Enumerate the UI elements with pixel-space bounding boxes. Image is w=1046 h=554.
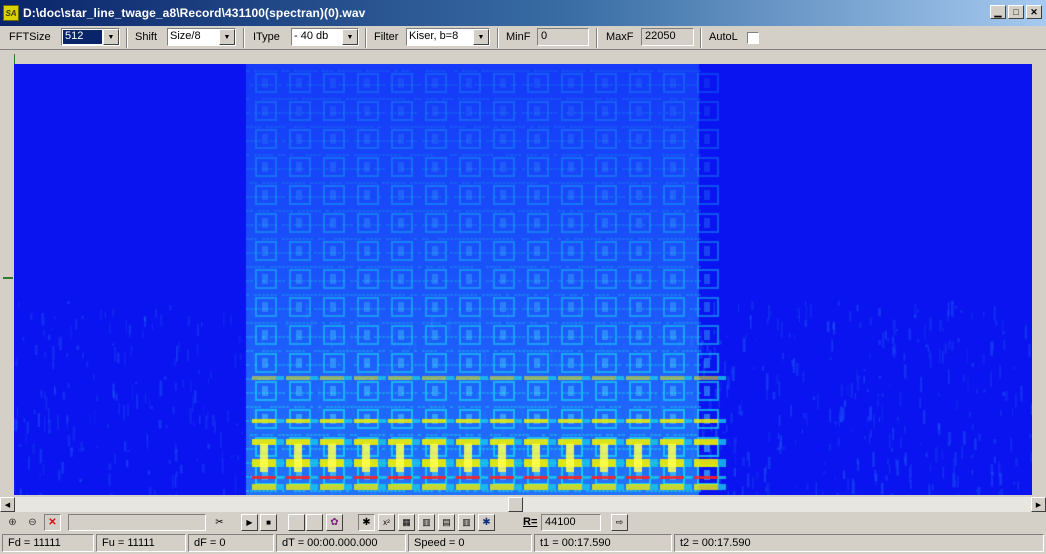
sample-rate-field[interactable]: 44100 xyxy=(541,514,601,531)
spectrogram-panel xyxy=(0,51,1046,497)
status-bar: Fd = 11111 Fu = 11111 dF = 0 dT = 00:00.… xyxy=(0,533,1046,554)
scroll-right-button[interactable]: ▶ xyxy=(1031,497,1046,512)
title-bar: SA D:\doc\star_line_twage_a8\Record\4311… xyxy=(0,0,1046,26)
bars-icon: ▦ xyxy=(402,517,411,527)
status-dt: dT = 00:00.000.000 xyxy=(276,534,406,552)
settings-toolbar: FFTSize 512 ▼ Shift Size/8 ▼ IType - 40 … xyxy=(0,26,1046,50)
spectrogram-canvas[interactable] xyxy=(14,64,1032,495)
max-f-label: MaxF xyxy=(606,31,634,43)
time-cursor-marker[interactable] xyxy=(14,54,15,64)
columns-icon: ▥ xyxy=(462,517,471,527)
grid-button[interactable]: ▤ xyxy=(438,514,455,531)
auto-l-checkbox[interactable] xyxy=(747,32,759,44)
scale-icon: x² xyxy=(383,517,390,527)
play-button[interactable]: ▶ xyxy=(241,514,258,531)
toolbar-divider xyxy=(700,28,702,48)
scale-x2-button[interactable]: x² xyxy=(378,514,395,531)
filter-wheel-button[interactable]: ✱ xyxy=(478,514,495,531)
filter-value: Kiser, b=8 xyxy=(409,30,459,42)
stop-button[interactable]: ■ xyxy=(260,514,277,531)
scrollbar-thumb[interactable] xyxy=(508,497,523,512)
horizontal-scrollbar[interactable]: ◀ ▶ xyxy=(0,497,1046,512)
zoom-out-icon: ⊖ xyxy=(28,516,37,528)
shift-value: Size/8 xyxy=(170,30,201,42)
settings-button[interactable]: ✿ xyxy=(326,514,343,531)
min-f-label: MinF xyxy=(506,31,531,43)
chevron-down-icon[interactable]: ▼ xyxy=(342,29,358,45)
tools-button[interactable]: ✂ xyxy=(211,514,228,531)
zoom-in-icon: ⊕ xyxy=(8,516,17,528)
status-fu: Fu = 11111 xyxy=(96,534,186,552)
window-title: D:\doc\star_line_twage_a8\Record\431100(… xyxy=(23,6,366,20)
min-f-field[interactable]: 0 xyxy=(537,28,589,46)
status-fd: Fd = 11111 xyxy=(2,534,94,552)
chevron-down-icon[interactable]: ▼ xyxy=(219,29,235,45)
tools-icon: ✂ xyxy=(215,516,224,528)
fft-size-select[interactable]: 512 ▼ xyxy=(61,28,120,46)
chevron-down-icon[interactable]: ▼ xyxy=(103,29,119,45)
fft-size-label: FFTSize xyxy=(9,31,51,43)
arrow-right-icon: ⇨ xyxy=(615,517,624,527)
apply-rate-button[interactable]: ⇨ xyxy=(611,514,628,531)
filter-label: Filter xyxy=(374,31,399,43)
scroll-left-button[interactable]: ◀ xyxy=(0,497,15,512)
markers-button[interactable]: ✱ xyxy=(358,514,375,531)
tools-toolbar: ⊕ ⊖ ✕ ✂ ▶ ■ ✿ ✱ x² ▦ ▥ ▤ ▥ ✱ R= 44100 ⇨ xyxy=(0,512,1046,532)
view-mode-1-button[interactable] xyxy=(288,514,305,531)
chevron-down-icon[interactable]: ▼ xyxy=(473,29,489,45)
toolbar-divider xyxy=(243,28,245,48)
columns-button[interactable]: ▥ xyxy=(458,514,475,531)
minimize-icon: ▁ xyxy=(994,6,1002,17)
toolbar-divider xyxy=(596,28,598,48)
position-indicator xyxy=(68,514,206,531)
histogram-icon: ▥ xyxy=(422,517,431,527)
bars-button[interactable]: ▦ xyxy=(398,514,415,531)
toolbar-divider xyxy=(365,28,367,48)
status-t1: t1 = 00:17.590 xyxy=(534,534,672,552)
filter-select[interactable]: Kiser, b=8 ▼ xyxy=(406,28,490,46)
minimize-button[interactable]: ▁ xyxy=(990,5,1006,19)
auto-l-label: AutoL xyxy=(709,31,738,43)
stop-icon: ■ xyxy=(266,517,271,527)
grid-icon: ▤ xyxy=(442,517,451,527)
rate-label: R= xyxy=(523,516,538,528)
arrow-left-icon: ◀ xyxy=(4,501,11,509)
view-mode-2-button[interactable] xyxy=(306,514,323,531)
zoom-out-button[interactable]: ⊖ xyxy=(24,514,41,531)
reset-zoom-button[interactable]: ✕ xyxy=(44,514,61,531)
histogram-button[interactable]: ▥ xyxy=(418,514,435,531)
shift-label: Shift xyxy=(135,31,158,43)
itype-value: - 40 db xyxy=(294,30,329,42)
status-speed: Speed = 0 xyxy=(408,534,532,552)
close-icon: ✕ xyxy=(1030,6,1038,17)
itype-label: IType xyxy=(253,31,280,43)
window-controls: ▁ □ ✕ xyxy=(990,5,1042,19)
fft-size-value: 512 xyxy=(63,30,102,44)
cancel-icon: ✕ xyxy=(48,516,57,528)
wheel-icon: ✱ xyxy=(482,516,491,528)
frequency-cursor-marker[interactable] xyxy=(3,277,13,279)
status-t2: t2 = 00:17.590 xyxy=(674,534,1044,552)
zoom-in-button[interactable]: ⊕ xyxy=(4,514,21,531)
max-f-field[interactable]: 22050 xyxy=(641,28,694,46)
toolbar-divider xyxy=(126,28,128,48)
close-button[interactable]: ✕ xyxy=(1026,5,1042,19)
asterisk-icon: ✱ xyxy=(362,516,371,528)
app-icon: SA xyxy=(3,5,19,21)
status-df: dF = 0 xyxy=(188,534,274,552)
shift-select[interactable]: Size/8 ▼ xyxy=(167,28,236,46)
toolbar-divider xyxy=(497,28,499,48)
maximize-button[interactable]: □ xyxy=(1008,5,1024,19)
maximize-icon: □ xyxy=(1013,6,1019,17)
gear-icon: ✿ xyxy=(330,516,339,528)
itype-select[interactable]: - 40 db ▼ xyxy=(291,28,359,46)
play-icon: ▶ xyxy=(246,517,253,527)
arrow-right-icon: ▶ xyxy=(1035,501,1042,509)
